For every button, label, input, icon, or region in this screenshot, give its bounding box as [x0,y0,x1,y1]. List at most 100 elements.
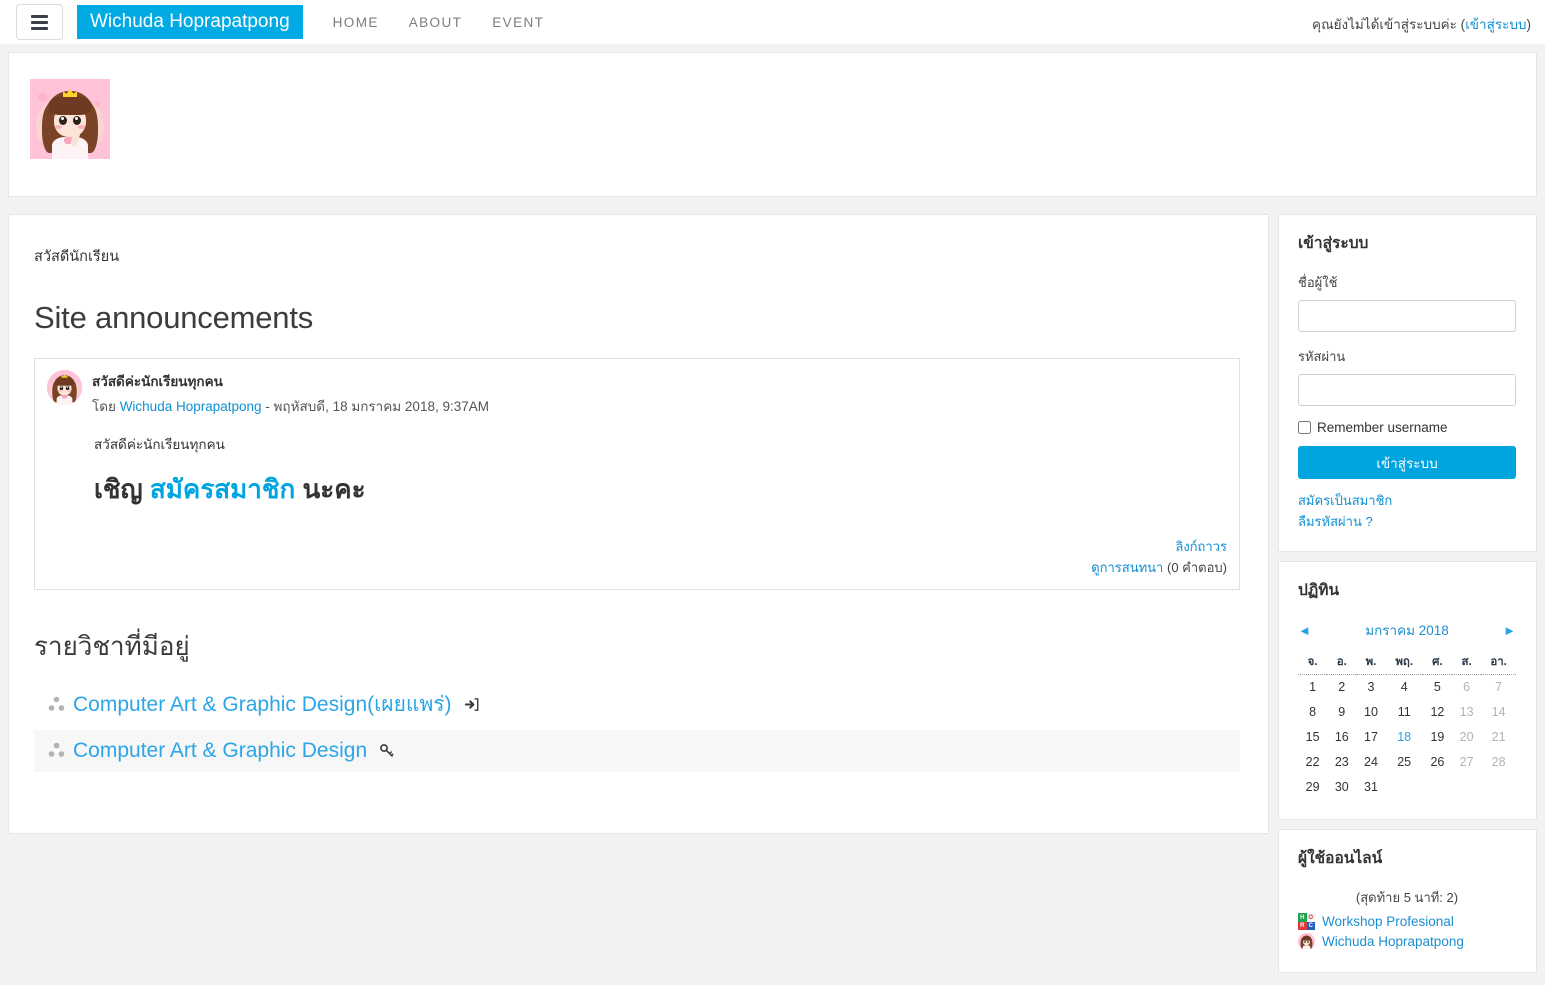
username-label: ชื่อผู้ใช้ [1298,275,1338,290]
page-title: Site announcements [34,300,314,335]
navbar-left-group: Wichuda Hoprapatpong HOME ABOUT EVENT [8,4,544,40]
site-brand[interactable]: Wichuda Hoprapatpong [77,4,303,40]
calendar-day-cell[interactable]: 6 [1452,675,1481,701]
avatar-eye-left [59,116,67,125]
calendar-day-cell[interactable]: 19 [1423,725,1452,750]
login-status-link[interactable]: เข้าสู่ระบบ [1465,17,1526,32]
available-courses-title: รายวิชาที่มีอยู่ [34,630,190,661]
calendar-day-cell[interactable]: 11 [1386,700,1423,725]
course-share-icon [48,743,65,758]
triangle-right-icon[interactable]: ► [1503,623,1516,638]
calendar-day-cell[interactable]: 10 [1356,700,1385,725]
calendar-day-cell[interactable]: 1 [1298,675,1327,701]
calendar-day-cell[interactable]: 3 [1356,675,1385,701]
online-user-row[interactable]: H O R C Workshop Profesional [1298,913,1516,931]
logo-avatar-icon: H O R C [1298,913,1315,931]
calendar-day-cell [1386,775,1423,800]
calendar-day-cell[interactable]: 2 [1327,675,1356,701]
photo-avatar-icon [1298,933,1315,951]
sign-in-icon[interactable] [464,697,479,712]
calendar-day-cell[interactable]: 27 [1452,750,1481,775]
reply-count: (0 คำตอบ) [1163,560,1227,576]
login-status-text: คุณยังไม่ได้เข้าสู่ระบบค่ะ ( [1312,17,1466,32]
online-user-link[interactable]: Workshop Profesional [1322,914,1454,929]
calendar-day-cell[interactable]: 23 [1327,750,1356,775]
calendar-day-cell[interactable]: 29 [1298,775,1327,800]
password-label: รหัสผ่าน [1298,349,1346,364]
post-author-avatar[interactable] [47,370,82,405]
calendar-day-cell[interactable]: 8 [1298,700,1327,725]
calendar-day-cell[interactable]: 5 [1423,675,1452,701]
login-submit-button[interactable]: เข้าสู่ระบบ [1298,446,1516,479]
nav-link-event[interactable]: EVENT [492,15,544,30]
calendar-day-cell [1423,775,1452,800]
username-input[interactable] [1298,300,1516,332]
calendar-day-cell[interactable]: 7 [1481,675,1516,701]
calendar-day-cell[interactable]: 15 [1298,725,1327,750]
avatar-fringe [49,95,91,115]
key-icon[interactable] [379,743,394,758]
post-byline: โดย Wichuda Hoprapatpong - พฤหัสบดี, 18 … [92,395,489,417]
calendar-day-cell[interactable]: 21 [1481,725,1516,750]
calendar-table: จ. อ. พ. พฤ. ศ. ส. อา. 1 2 3 4 5 6 7 8 9 10 11 12 13… [1298,649,1516,800]
calendar-day-header: อา. [1481,649,1516,676]
forgot-password-link[interactable]: ลืมรหัสผ่าน ? [1298,511,1516,532]
calendar-nav: ◄ มกราคม 2018 ► [1298,619,1516,641]
calendar-week-row: 29 30 31 [1298,775,1516,800]
calendar-day-cell[interactable]: 31 [1356,775,1385,800]
calendar-day-cell[interactable]: 22 [1298,750,1327,775]
discussion-link[interactable]: ดูการสนทนา [1091,560,1163,575]
login-block: เข้าสู่ระบบ ชื่อผู้ใช้ รหัสผ่าน Remember… [1278,214,1537,553]
calendar-day-cell[interactable]: 30 [1327,775,1356,800]
calendar-day-cell[interactable]: 25 [1386,750,1423,775]
calendar-month-label[interactable]: มกราคม 2018 [1365,619,1449,641]
hamburger-icon[interactable] [16,4,63,40]
post-author-link[interactable]: Wichuda Hoprapatpong [120,399,262,414]
main-content: สวัสดีนักเรียน Site announcements สวัสดี… [8,214,1269,834]
sidebar: เข้าสู่ระบบ ชื่อผู้ใช้ รหัสผ่าน Remember… [1278,214,1537,982]
password-input[interactable] [1298,374,1516,406]
course-link[interactable]: Computer Art & Graphic Design [73,739,367,763]
post-meta: สวัสดีค่ะนักเรียนทุกคน โดย Wichuda Hopra… [92,370,489,417]
calendar-block: ปฏิทิน ◄ มกราคม 2018 ► จ. อ. พ. พฤ. ศ. ส… [1278,561,1537,821]
course-list-item[interactable]: Computer Art & Graphic Design [34,729,1240,772]
remember-username-checkbox[interactable] [1298,421,1311,434]
online-user-link[interactable]: Wichuda Hoprapatpong [1322,934,1464,949]
calendar-day-cell[interactable]: 16 [1327,725,1356,750]
calendar-day-header: ศ. [1422,649,1452,676]
calendar-day-cell[interactable]: 13 [1452,700,1481,725]
remember-username-row[interactable]: Remember username [1298,420,1516,435]
nav-link-about[interactable]: ABOUT [409,15,463,30]
calendar-day-cell[interactable]: 24 [1356,750,1385,775]
triangle-left-icon[interactable]: ◄ [1298,623,1311,638]
calendar-header-row: จ. อ. พ. พฤ. ศ. ส. อา. [1298,649,1516,676]
calendar-day-cell[interactable]: 28 [1481,750,1516,775]
calendar-day-cell[interactable]: 18 [1386,725,1423,750]
login-status-suffix: ) [1526,17,1532,32]
login-helper-links: สมัครเป็นสมาชิก ลืมรหัสผ่าน ? [1298,490,1516,532]
hamburger-bar [31,14,48,18]
top-navbar: Wichuda Hoprapatpong HOME ABOUT EVENT คุ… [0,0,1545,44]
post-by-prefix: โดย [92,399,120,414]
permalink-link[interactable]: ลิงก์ถาวร [1175,539,1227,554]
hero-banner [8,52,1537,197]
post-header: สวัสดีค่ะนักเรียนทุกคน โดย Wichuda Hopra… [47,370,1227,417]
course-link[interactable]: Computer Art & Graphic Design(เผยแพร่) [73,688,452,721]
post-highlight-before: เชิญ [94,474,150,504]
calendar-day-header: พ. [1356,649,1386,676]
calendar-day-cell[interactable]: 14 [1481,700,1516,725]
online-user-row[interactable]: Wichuda Hoprapatpong [1298,933,1516,951]
signup-link-inline[interactable]: สมัครสมาชิก [150,474,295,504]
avatar-blush-right [78,125,85,129]
calendar-day-cell[interactable]: 12 [1423,700,1452,725]
calendar-day-cell[interactable]: 9 [1327,700,1356,725]
calendar-day-cell[interactable]: 26 [1423,750,1452,775]
calendar-day-cell[interactable]: 17 [1356,725,1385,750]
calendar-day-cell[interactable]: 20 [1452,725,1481,750]
create-account-link[interactable]: สมัครเป็นสมาชิก [1298,490,1516,511]
course-list-item[interactable]: Computer Art & Graphic Design(เผยแพร่) [34,679,1240,730]
calendar-day-cell[interactable]: 4 [1386,675,1423,701]
nav-link-home[interactable]: HOME [333,15,379,30]
greeting-text: สวัสดีนักเรียน [34,249,120,265]
calendar-body: 1 2 3 4 5 6 7 8 9 10 11 12 13 14 15 16 17 18 19 20 21 22 23 24 2… [1298,675,1516,801]
